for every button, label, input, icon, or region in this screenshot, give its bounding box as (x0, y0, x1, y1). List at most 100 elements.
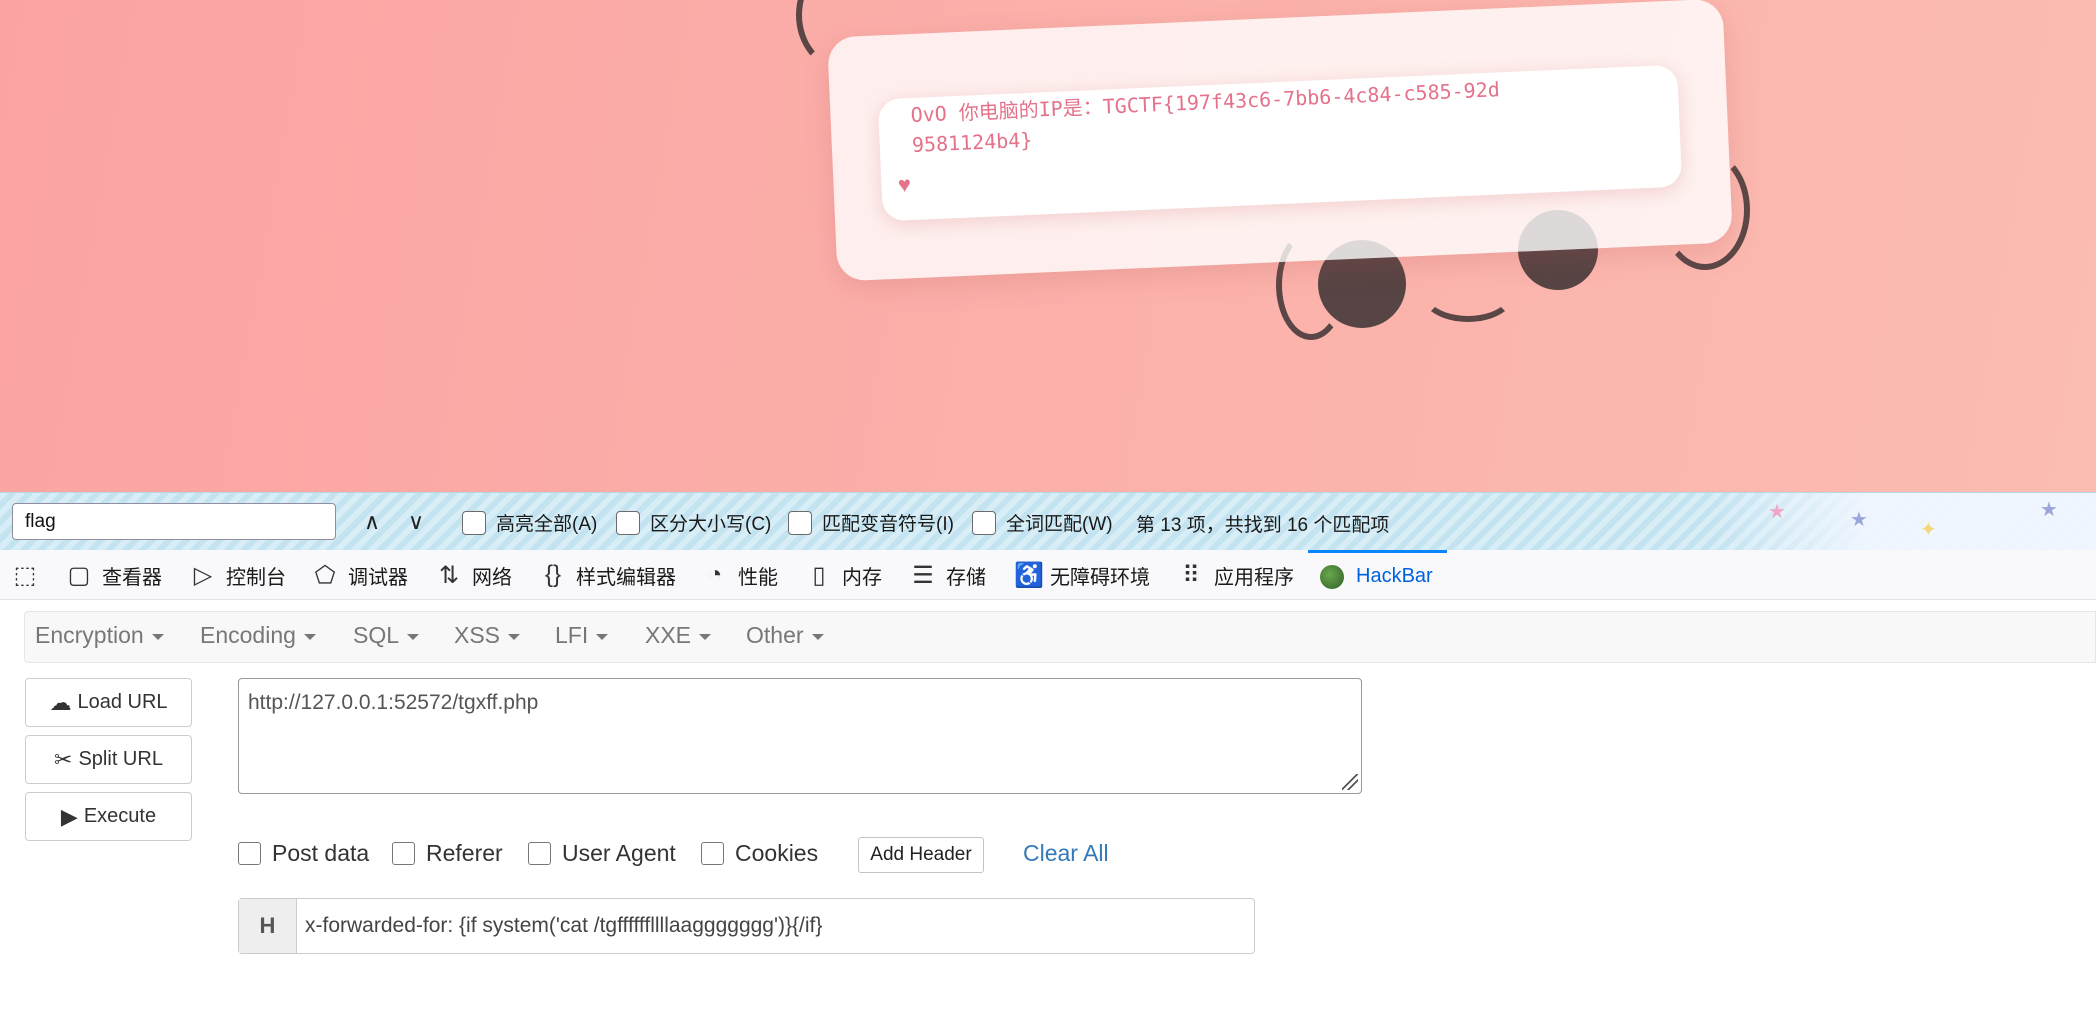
checkbox-box[interactable] (462, 510, 486, 535)
checkbox-box[interactable] (392, 842, 415, 865)
storage-icon: ☰ (912, 561, 934, 589)
devtools-toolbar: ⬚ ▢ 查看器 ▷ 控制台 ⬠ 调试器 ⇅ 网络 {} 样式编辑器 ◔ 性能 ▯… (0, 550, 2096, 600)
menu-encoding[interactable]: Encoding (200, 622, 316, 649)
find-previous-button[interactable]: ∧ (354, 503, 390, 540)
load-url-label: Load URL (77, 691, 168, 713)
caret-down-icon (151, 633, 164, 640)
url-textarea[interactable]: http://127.0.0.1:52572/tgxff.php (238, 678, 1362, 794)
match-case-checkbox[interactable]: 区分大小写(C) (616, 509, 771, 536)
star-icon: ★ (1768, 501, 1786, 523)
cloud-download-icon: ☁ (49, 689, 72, 715)
menu-sql[interactable]: SQL (353, 622, 420, 649)
tab-inspector[interactable]: ▢ 查看器 (66, 550, 162, 600)
play-icon: ▶ (60, 803, 78, 829)
execute-button[interactable]: ▶ Execute (25, 792, 192, 841)
debugger-icon: ⬠ (314, 561, 336, 589)
tab-debugger[interactable]: ⬠ 调试器 (312, 550, 408, 600)
menu-xss[interactable]: XSS (454, 622, 521, 649)
tab-label: 无障碍环境 (1050, 566, 1150, 589)
star-icon: ★ (2040, 499, 2058, 521)
caret-down-icon (407, 633, 420, 640)
caret-down-icon (699, 633, 712, 640)
tab-performance[interactable]: ◔ 性能 (702, 550, 778, 600)
header-label: H (239, 899, 297, 953)
hackbar-logo-icon (1320, 564, 1344, 589)
checkbox-box[interactable] (528, 842, 551, 865)
memory-icon: ▯ (812, 561, 826, 589)
caret-down-icon (596, 633, 609, 640)
checkbox-box[interactable] (616, 510, 640, 535)
match-diacritics-checkbox[interactable]: 匹配变音符号(I) (788, 509, 954, 536)
tab-console[interactable]: ▷ 控制台 (190, 550, 286, 600)
menu-label: Encryption (35, 622, 144, 648)
tab-style-editor[interactable]: {} 样式编辑器 (540, 550, 676, 600)
chevron-down-icon: ∨ (407, 508, 425, 534)
scissors-icon: ✂ (54, 746, 73, 772)
referer-checkbox[interactable]: Referer (392, 840, 503, 867)
tab-label: HackBar (1356, 565, 1433, 587)
split-url-label: Split URL (78, 748, 163, 770)
match-diacritics-label: 匹配变音符号(I) (822, 514, 954, 535)
mouth (1420, 262, 1516, 322)
tab-label: 查看器 (102, 566, 162, 589)
checkbox-box[interactable] (238, 842, 261, 865)
cookies-checkbox[interactable]: Cookies (701, 840, 818, 867)
menu-xxe[interactable]: XXE (645, 622, 712, 649)
highlight-all-label: 高亮全部(A) (496, 514, 598, 535)
caret-down-icon (508, 633, 521, 640)
tab-network[interactable]: ⇅ 网络 (436, 550, 512, 600)
user-agent-label: User Agent (562, 840, 676, 866)
inspector-icon: ▢ (67, 561, 91, 589)
referer-label: Referer (426, 840, 503, 866)
tab-application[interactable]: ⠿ 应用程序 (1178, 550, 1294, 600)
tab-hackbar[interactable]: HackBar (1308, 550, 1447, 600)
tab-label: 性能 (738, 566, 778, 589)
menu-label: XXE (645, 622, 692, 648)
menu-lfi[interactable]: LFI (555, 622, 609, 649)
tab-accessibility[interactable]: ♿ 无障碍环境 (1014, 550, 1150, 600)
hackbar-menu: Encryption Encoding SQL XSS LFI XXE Othe… (24, 611, 2096, 663)
execute-label: Execute (83, 805, 157, 827)
tab-memory[interactable]: ▯ 内存 (806, 550, 882, 600)
network-icon: ⇅ (438, 561, 460, 589)
caret-down-icon (303, 633, 316, 640)
console-icon: ▷ (193, 561, 213, 589)
highlight-all-checkbox[interactable]: 高亮全部(A) (462, 509, 597, 536)
url-value: http://127.0.0.1:52572/tgxff.php (248, 691, 539, 714)
header-input[interactable]: x-forwarded-for: {if system('cat /tgffff… (297, 899, 1254, 953)
tab-storage[interactable]: ☰ 存储 (910, 550, 986, 600)
chevron-up-icon: ∧ (363, 508, 381, 534)
menu-label: SQL (353, 622, 400, 648)
user-agent-checkbox[interactable]: User Agent (528, 840, 676, 867)
find-next-button[interactable]: ∨ (398, 503, 434, 540)
match-case-label: 区分大小写(C) (650, 514, 772, 535)
add-header-button[interactable]: Add Header (858, 837, 984, 873)
split-url-button[interactable]: ✂ Split URL (25, 735, 192, 784)
application-icon: ⠿ (1182, 561, 1200, 589)
menu-encryption[interactable]: Encryption (35, 622, 164, 649)
whole-words-checkbox[interactable]: 全词匹配(W) (972, 509, 1113, 536)
menu-other[interactable]: Other (746, 622, 824, 649)
tab-label: 控制台 (226, 566, 286, 589)
checkbox-box[interactable] (701, 842, 724, 865)
menu-label: LFI (555, 622, 589, 648)
menu-label: Other (746, 622, 804, 648)
tab-label: 网络 (472, 566, 512, 589)
checkbox-box[interactable] (972, 510, 996, 535)
cookies-label: Cookies (735, 840, 819, 866)
find-bar: ★ ★ ✦ ★ ∧ ∨ 高亮全部(A) 区分大小写(C) 匹配变音符号(I) 全… (0, 492, 2096, 551)
accessibility-icon: ♿ (1014, 561, 1044, 589)
load-url-button[interactable]: ☁ Load URL (25, 678, 192, 727)
performance-icon: ◔ (707, 561, 723, 588)
resize-grip-icon[interactable] (1342, 774, 1358, 790)
tab-label: 调试器 (348, 566, 408, 589)
find-input[interactable] (12, 503, 336, 540)
checkbox-box[interactable] (788, 510, 812, 535)
post-data-label: Post data (272, 840, 370, 866)
tab-label: 存储 (946, 566, 986, 589)
whole-words-label: 全词匹配(W) (1006, 514, 1113, 535)
clear-all-link[interactable]: Clear All (1023, 840, 1109, 867)
element-picker-button[interactable]: ⬚ (12, 550, 48, 600)
tab-label: 应用程序 (1214, 566, 1294, 589)
post-data-checkbox[interactable]: Post data (238, 840, 369, 867)
